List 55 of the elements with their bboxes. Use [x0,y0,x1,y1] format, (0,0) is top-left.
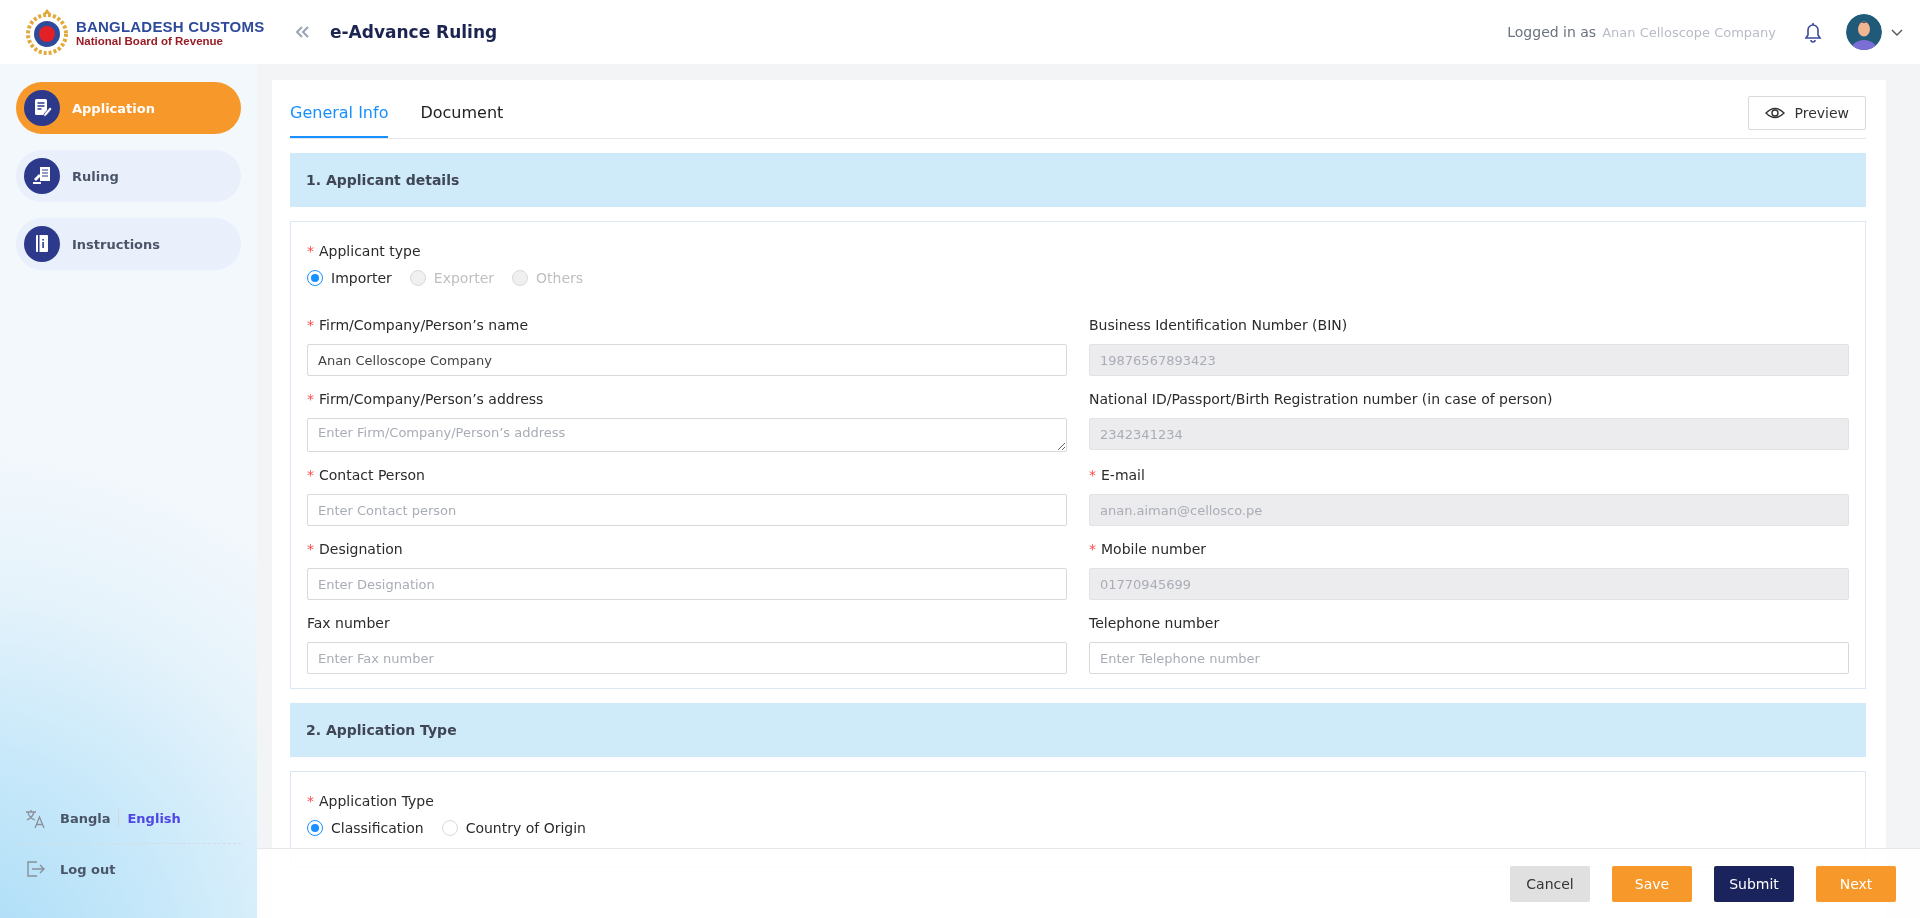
field-label: Fax number [307,615,390,631]
nav-item[interactable]: Instructions [16,218,241,270]
required-mark: * [307,793,314,809]
input-field[interactable]: Enter Telephone number [1089,642,1849,674]
field-label: Firm/Company/Person’s address [319,391,544,407]
nav-item[interactable]: Ruling [16,150,241,202]
eye-icon [1764,105,1785,121]
field-label: Business Identification Number (BIN) [1089,317,1348,333]
collapse-icon[interactable] [294,24,310,40]
field-label: Firm/Company/Person’s name [319,317,529,333]
input-field[interactable]: Enter Contact person [307,494,1067,526]
radio-option[interactable]: Country of Origin [441,820,586,836]
input-field[interactable]: Enter Fax number [307,642,1067,674]
section-title: 1. Applicant details [306,172,460,188]
radio-button[interactable] [307,820,323,836]
avatar[interactable] [1846,14,1882,50]
language-option[interactable]: English [127,810,181,826]
input-field[interactable]: Enter Designation [307,568,1067,600]
field-label: Application Type [319,793,434,809]
required-mark: * [307,243,314,259]
preview-button[interactable]: Preview [1747,96,1866,130]
logout-icon[interactable] [24,858,46,880]
action-button[interactable]: Submit [1714,865,1794,902]
required-mark: * [307,317,314,333]
bell-icon[interactable] [1802,21,1824,43]
field-label: Telephone number [1089,615,1220,631]
radio-button[interactable] [307,270,323,286]
logout-link[interactable]: Log out [60,861,116,877]
tab[interactable]: Document [420,103,504,138]
user-name: Anan Celloscope Company [1602,24,1776,40]
field-label: Designation [319,541,403,557]
tab[interactable]: General Info [290,103,389,138]
logo-title: BANGLADESH CUSTOMS [76,17,265,35]
logo-subtitle: National Board of Revenue [76,34,224,47]
translate-icon [24,807,46,829]
required-mark: * [1089,541,1096,557]
radio-option[interactable]: Classification [307,820,424,836]
logged-in-label: Logged in as [1507,24,1597,40]
field-label: Mobile number [1101,541,1206,557]
field-label: Applicant type [319,243,421,259]
radio-option[interactable]: Importer [307,270,392,286]
language-option[interactable]: Bangla [60,810,111,826]
input-field[interactable]: Anan Celloscope Company [307,344,1067,376]
field-label: Contact Person [319,467,425,483]
required-mark: * [307,541,314,557]
page-title: e-Advance Ruling [330,22,498,42]
required-mark: * [1089,467,1096,483]
section-title: 2. Application Type [306,722,457,738]
emblem-icon [24,8,70,56]
required-mark: * [307,467,314,483]
required-mark: * [307,391,314,407]
action-button[interactable]: Cancel [1510,865,1590,902]
input-field[interactable]: Enter Firm/Company/Person’s address [307,418,1067,452]
field-label: E-mail [1101,467,1145,483]
field-label: National ID/Passport/Birth Registration number (in case of person) [1089,391,1553,407]
